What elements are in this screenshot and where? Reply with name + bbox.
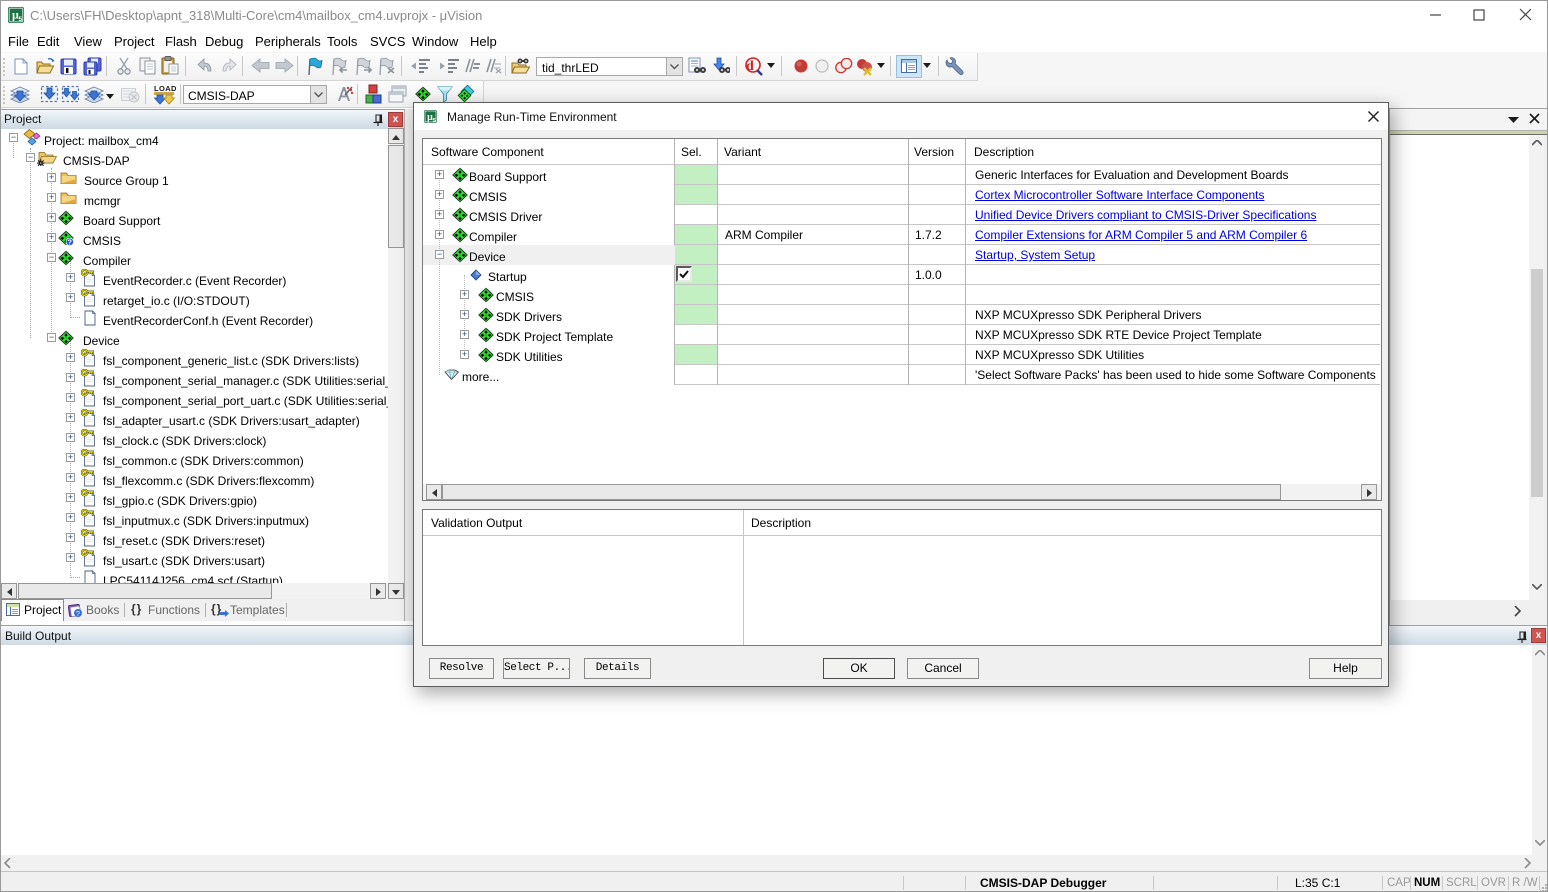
svg-text:5: 5 — [18, 16, 22, 23]
svg-text:?: ? — [76, 611, 80, 618]
svg-text:LOAD: LOAD — [154, 84, 176, 93]
svg-text:5: 5 — [433, 118, 436, 123]
